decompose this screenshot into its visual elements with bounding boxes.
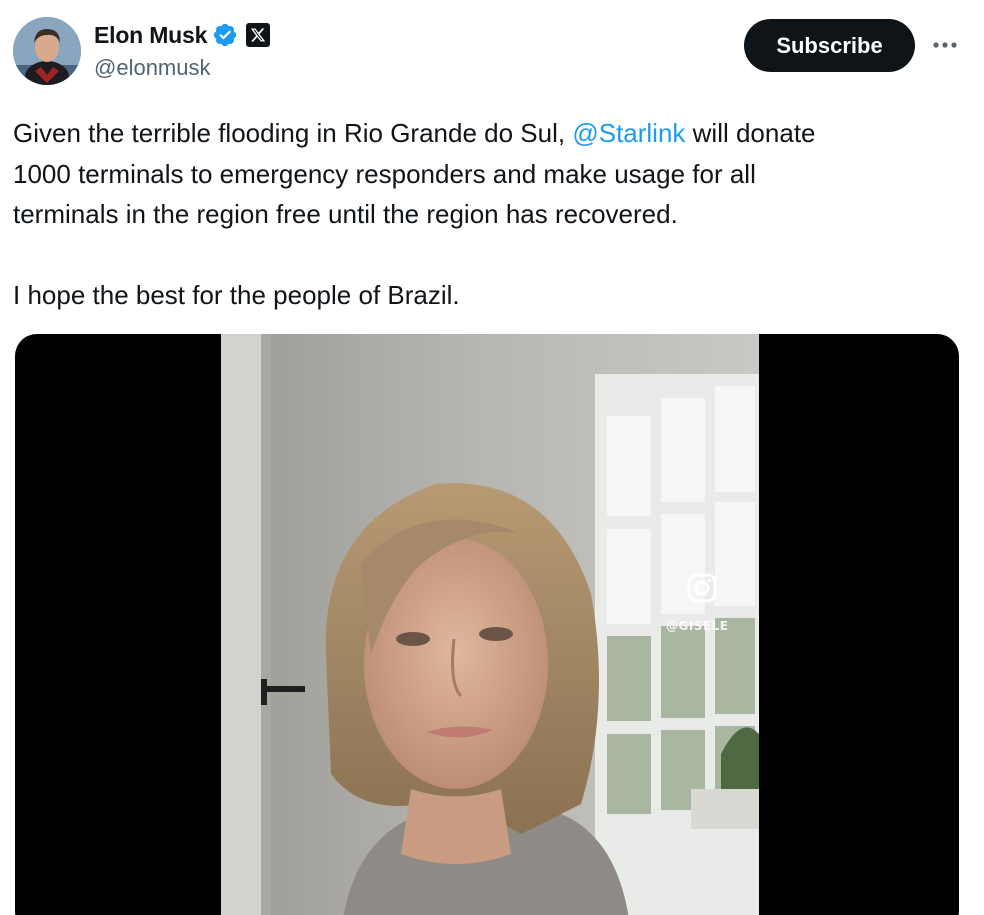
video-frame: @GISELE [221,334,759,915]
avatar-photo [13,17,81,85]
watermark-text: @GISELE [666,619,729,633]
tweet-line: I hope the best for the people of Brazil… [13,280,460,310]
tweet-line: terminals in the region free until the r… [13,199,678,229]
instagram-icon [686,572,718,609]
author-handle[interactable]: @elonmusk [94,55,211,81]
avatar[interactable] [13,17,81,85]
verified-badge-icon[interactable] [212,22,238,48]
tweet-line: 1000 terminals to emergency responders a… [13,158,756,189]
mention-link[interactable]: @Starlink [572,118,685,148]
author-display-name[interactable]: Elon Musk [94,22,207,49]
tweet-line: Given the terrible flooding in Rio Grand… [13,113,973,154]
subscribe-button[interactable]: Subscribe [744,19,915,72]
tweet-text: Given the terrible flooding in Rio Grand… [13,113,973,316]
more-dots-icon[interactable] [930,30,960,60]
author-name-row: Elon Musk [94,20,271,50]
x-logo-icon [246,23,271,47]
video-player[interactable]: @GISELE [15,334,959,915]
tweet-text-segment: Given the terrible flooding in Rio Grand… [13,118,573,148]
tweet-text-segment: will donate [685,118,816,148]
